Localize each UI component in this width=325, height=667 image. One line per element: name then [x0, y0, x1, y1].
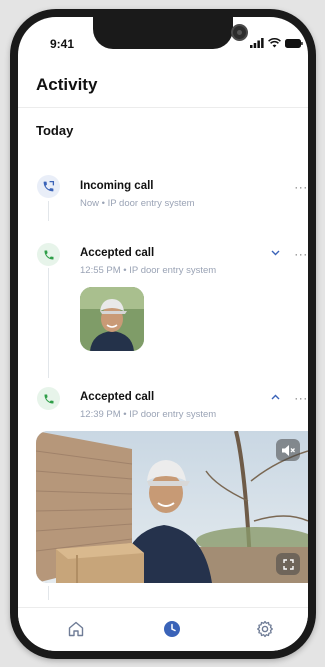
- page-title: Activity: [36, 75, 98, 94]
- camera-icon: [231, 24, 248, 41]
- home-icon: [68, 621, 84, 637]
- activity-item-title: Incoming call: [80, 180, 154, 192]
- wifi-icon: [268, 38, 281, 48]
- activity-item-subtitle: 12:55 PM • IP door entry system: [80, 265, 217, 276]
- activity-item-subtitle: Now • IP door entry system: [80, 198, 195, 209]
- phone-incoming-icon: [37, 175, 60, 198]
- activity-item-subtitle: 12:39 PM • IP door entry system: [80, 409, 217, 420]
- clock-icon: [164, 621, 180, 637]
- tab-home[interactable]: [65, 618, 87, 640]
- video-player[interactable]: [36, 431, 308, 583]
- fullscreen-icon[interactable]: [276, 553, 300, 575]
- more-options-button[interactable]: ···: [294, 248, 308, 260]
- tab-activity[interactable]: [161, 618, 183, 640]
- signal-icon: [250, 38, 264, 48]
- phone-icon: [37, 243, 60, 266]
- notch: [93, 17, 248, 49]
- phone-frame: 9:41 Activity Today Incoming call Now • …: [10, 9, 316, 659]
- phone-icon: [37, 387, 60, 410]
- timeline-connector: [48, 201, 49, 221]
- volume-mute-icon[interactable]: [276, 439, 300, 461]
- chevron-up-icon[interactable]: [269, 392, 281, 402]
- video-frame: [36, 431, 308, 583]
- more-options-button[interactable]: ···: [294, 181, 308, 193]
- tab-settings[interactable]: [254, 618, 276, 640]
- activity-item-title: Accepted call: [80, 391, 155, 403]
- chevron-down-icon[interactable]: [269, 248, 281, 258]
- battery-icon: [285, 38, 303, 48]
- section-heading-today: Today: [36, 123, 74, 138]
- activity-item-title: Accepted call: [80, 247, 155, 259]
- header-divider: [18, 107, 308, 108]
- gear-icon: [257, 620, 273, 638]
- status-icons: [250, 38, 303, 48]
- app-screen: 9:41 Activity Today Incoming call Now • …: [18, 17, 308, 651]
- status-time: 9:41: [50, 37, 75, 51]
- timeline-connector: [48, 586, 49, 600]
- more-options-button[interactable]: ···: [294, 392, 308, 404]
- snapshot-thumbnail[interactable]: [80, 287, 144, 351]
- timeline-connector: [48, 268, 49, 378]
- tab-bar: [18, 607, 308, 651]
